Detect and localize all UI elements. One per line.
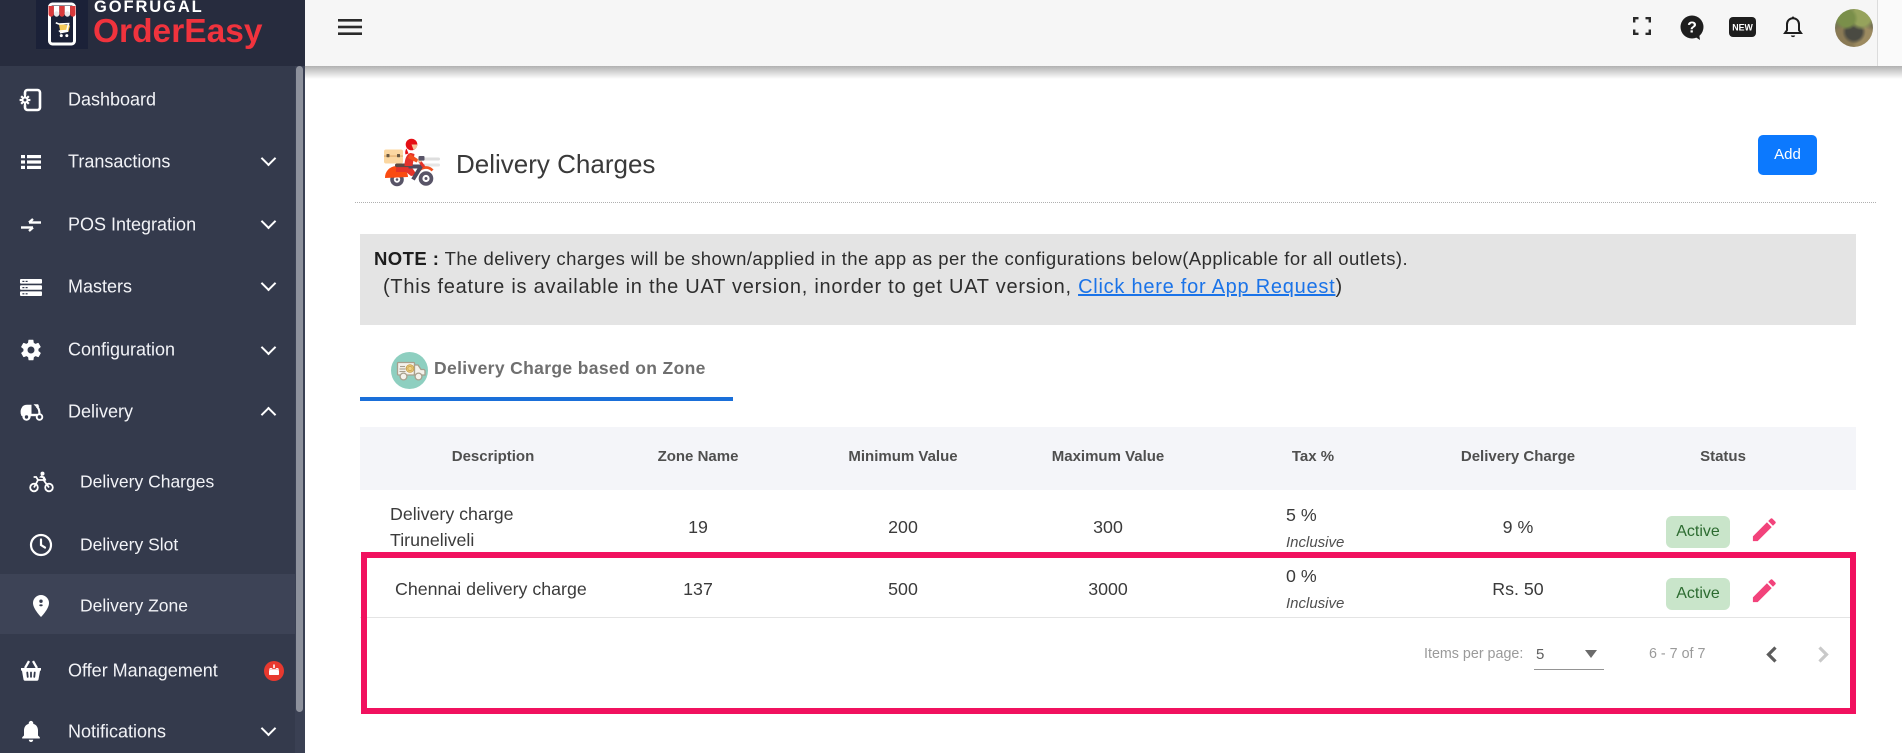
svg-text:NEW: NEW: [1732, 23, 1753, 33]
svg-text:?: ?: [1687, 20, 1697, 37]
